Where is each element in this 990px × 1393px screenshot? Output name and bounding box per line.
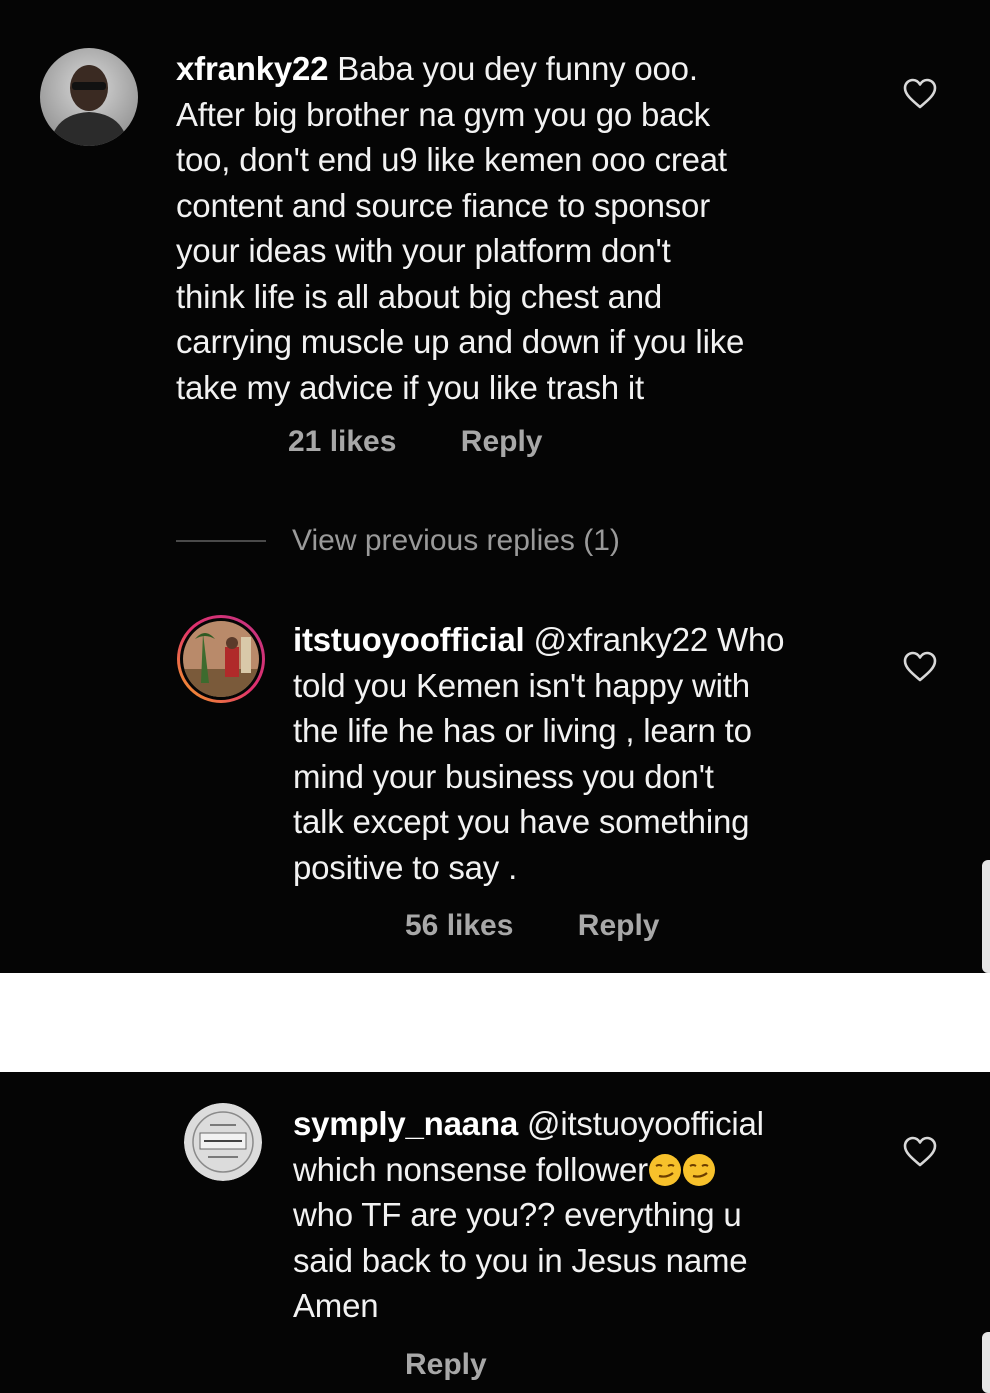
comment-text-line: said back to you in Jesus name	[293, 1241, 748, 1279]
separator-gap	[0, 973, 990, 1072]
comment-text-line: carrying muscle up and down if you like	[176, 323, 745, 360]
comments-panel-bottom: symply_naana @itstuoyoofficial which non…	[0, 1072, 990, 1393]
comment-text-line: too, don't end u9 like kemen ooo creat	[176, 141, 727, 178]
comment-text-line: think life is all about big chest and	[176, 277, 663, 315]
divider	[176, 540, 266, 542]
comment-meta: Reply	[405, 1348, 487, 1382]
comment-text-line: content and source fiance to sponsor	[176, 186, 710, 224]
comment-text-segment: @itstuoyoofficial	[518, 1105, 764, 1142]
avatar-xfranky22[interactable]	[40, 48, 138, 146]
comment-first-line: xfranky22 Baba you dey funny ooo.	[176, 46, 866, 92]
comment-username[interactable]: itstuoyoofficial	[293, 621, 525, 658]
comment-first-line: symply_naana @itstuoyoofficial	[293, 1101, 873, 1147]
scrollbar-edge[interactable]	[982, 1332, 990, 1393]
comment-text-line: which nonsense follower	[293, 1147, 873, 1193]
comment-username[interactable]: symply_naana	[293, 1105, 518, 1142]
smirking-face-emoji-icon	[648, 1153, 681, 1186]
comment-body: xfranky22 Baba you dey funny ooo. After …	[176, 46, 866, 410]
comment-meta: 21 likes Reply	[288, 425, 542, 459]
comment-text-line: positive to say .	[293, 848, 518, 886]
avatar-symply-naana[interactable]	[184, 1103, 262, 1181]
comment-first-line: itstuoyoofficial @xfranky22 Who	[293, 617, 873, 663]
likes-count[interactable]: 56 likes	[405, 909, 513, 943]
likes-count[interactable]: 21 likes	[288, 425, 396, 459]
comment-text-line: mind your business you don't	[293, 757, 714, 795]
avatar-itstuoyoofficial[interactable]	[175, 613, 267, 705]
scrollbar-edge[interactable]	[982, 860, 990, 973]
comment-text-segment: which nonsense follower	[293, 1150, 648, 1188]
comment-text-line: Amen	[293, 1287, 379, 1324]
reply-button[interactable]: Reply	[578, 909, 660, 943]
comments-panel-top: xfranky22 Baba you dey funny ooo. After …	[0, 0, 990, 973]
comment-username[interactable]: xfranky22	[176, 50, 329, 87]
profile-badge-icon	[184, 1103, 262, 1181]
comment-text-line: your ideas with your platform don't	[176, 232, 671, 269]
comment-text-line: who TF are you?? everything u	[293, 1196, 742, 1233]
comment-text-line: After big brother na gym you go back	[176, 95, 710, 133]
heart-outline-icon[interactable]	[903, 651, 937, 683]
comment-text-line: told you Kemen isn't happy with	[293, 666, 750, 704]
comment-text-segment: Baba you dey funny ooo.	[328, 50, 698, 87]
view-previous-replies-label[interactable]: View previous replies (1)	[292, 524, 620, 558]
comment-meta: 56 likes Reply	[405, 909, 659, 943]
heart-outline-icon[interactable]	[903, 78, 937, 110]
reply-button[interactable]: Reply	[461, 425, 543, 459]
comment-text-line: talk except you have something	[293, 803, 750, 840]
heart-outline-icon[interactable]	[903, 1136, 937, 1168]
smirking-face-emoji-icon	[682, 1153, 715, 1186]
profile-photo-icon	[40, 48, 138, 146]
reply-button[interactable]: Reply	[405, 1348, 487, 1382]
comment-text-line: the life he has or living , learn to	[293, 712, 752, 749]
comment-text-segment: @xfranky22 Who	[524, 621, 785, 658]
story-ring-profile-icon	[177, 615, 265, 703]
comment-body: symply_naana @itstuoyoofficial which non…	[293, 1101, 873, 1329]
comment-text-line: take my advice if you like trash it	[176, 368, 645, 406]
view-previous-replies[interactable]: View previous replies (1)	[176, 520, 620, 562]
comment-body: itstuoyoofficial @xfranky22 Who told you…	[293, 617, 873, 890]
